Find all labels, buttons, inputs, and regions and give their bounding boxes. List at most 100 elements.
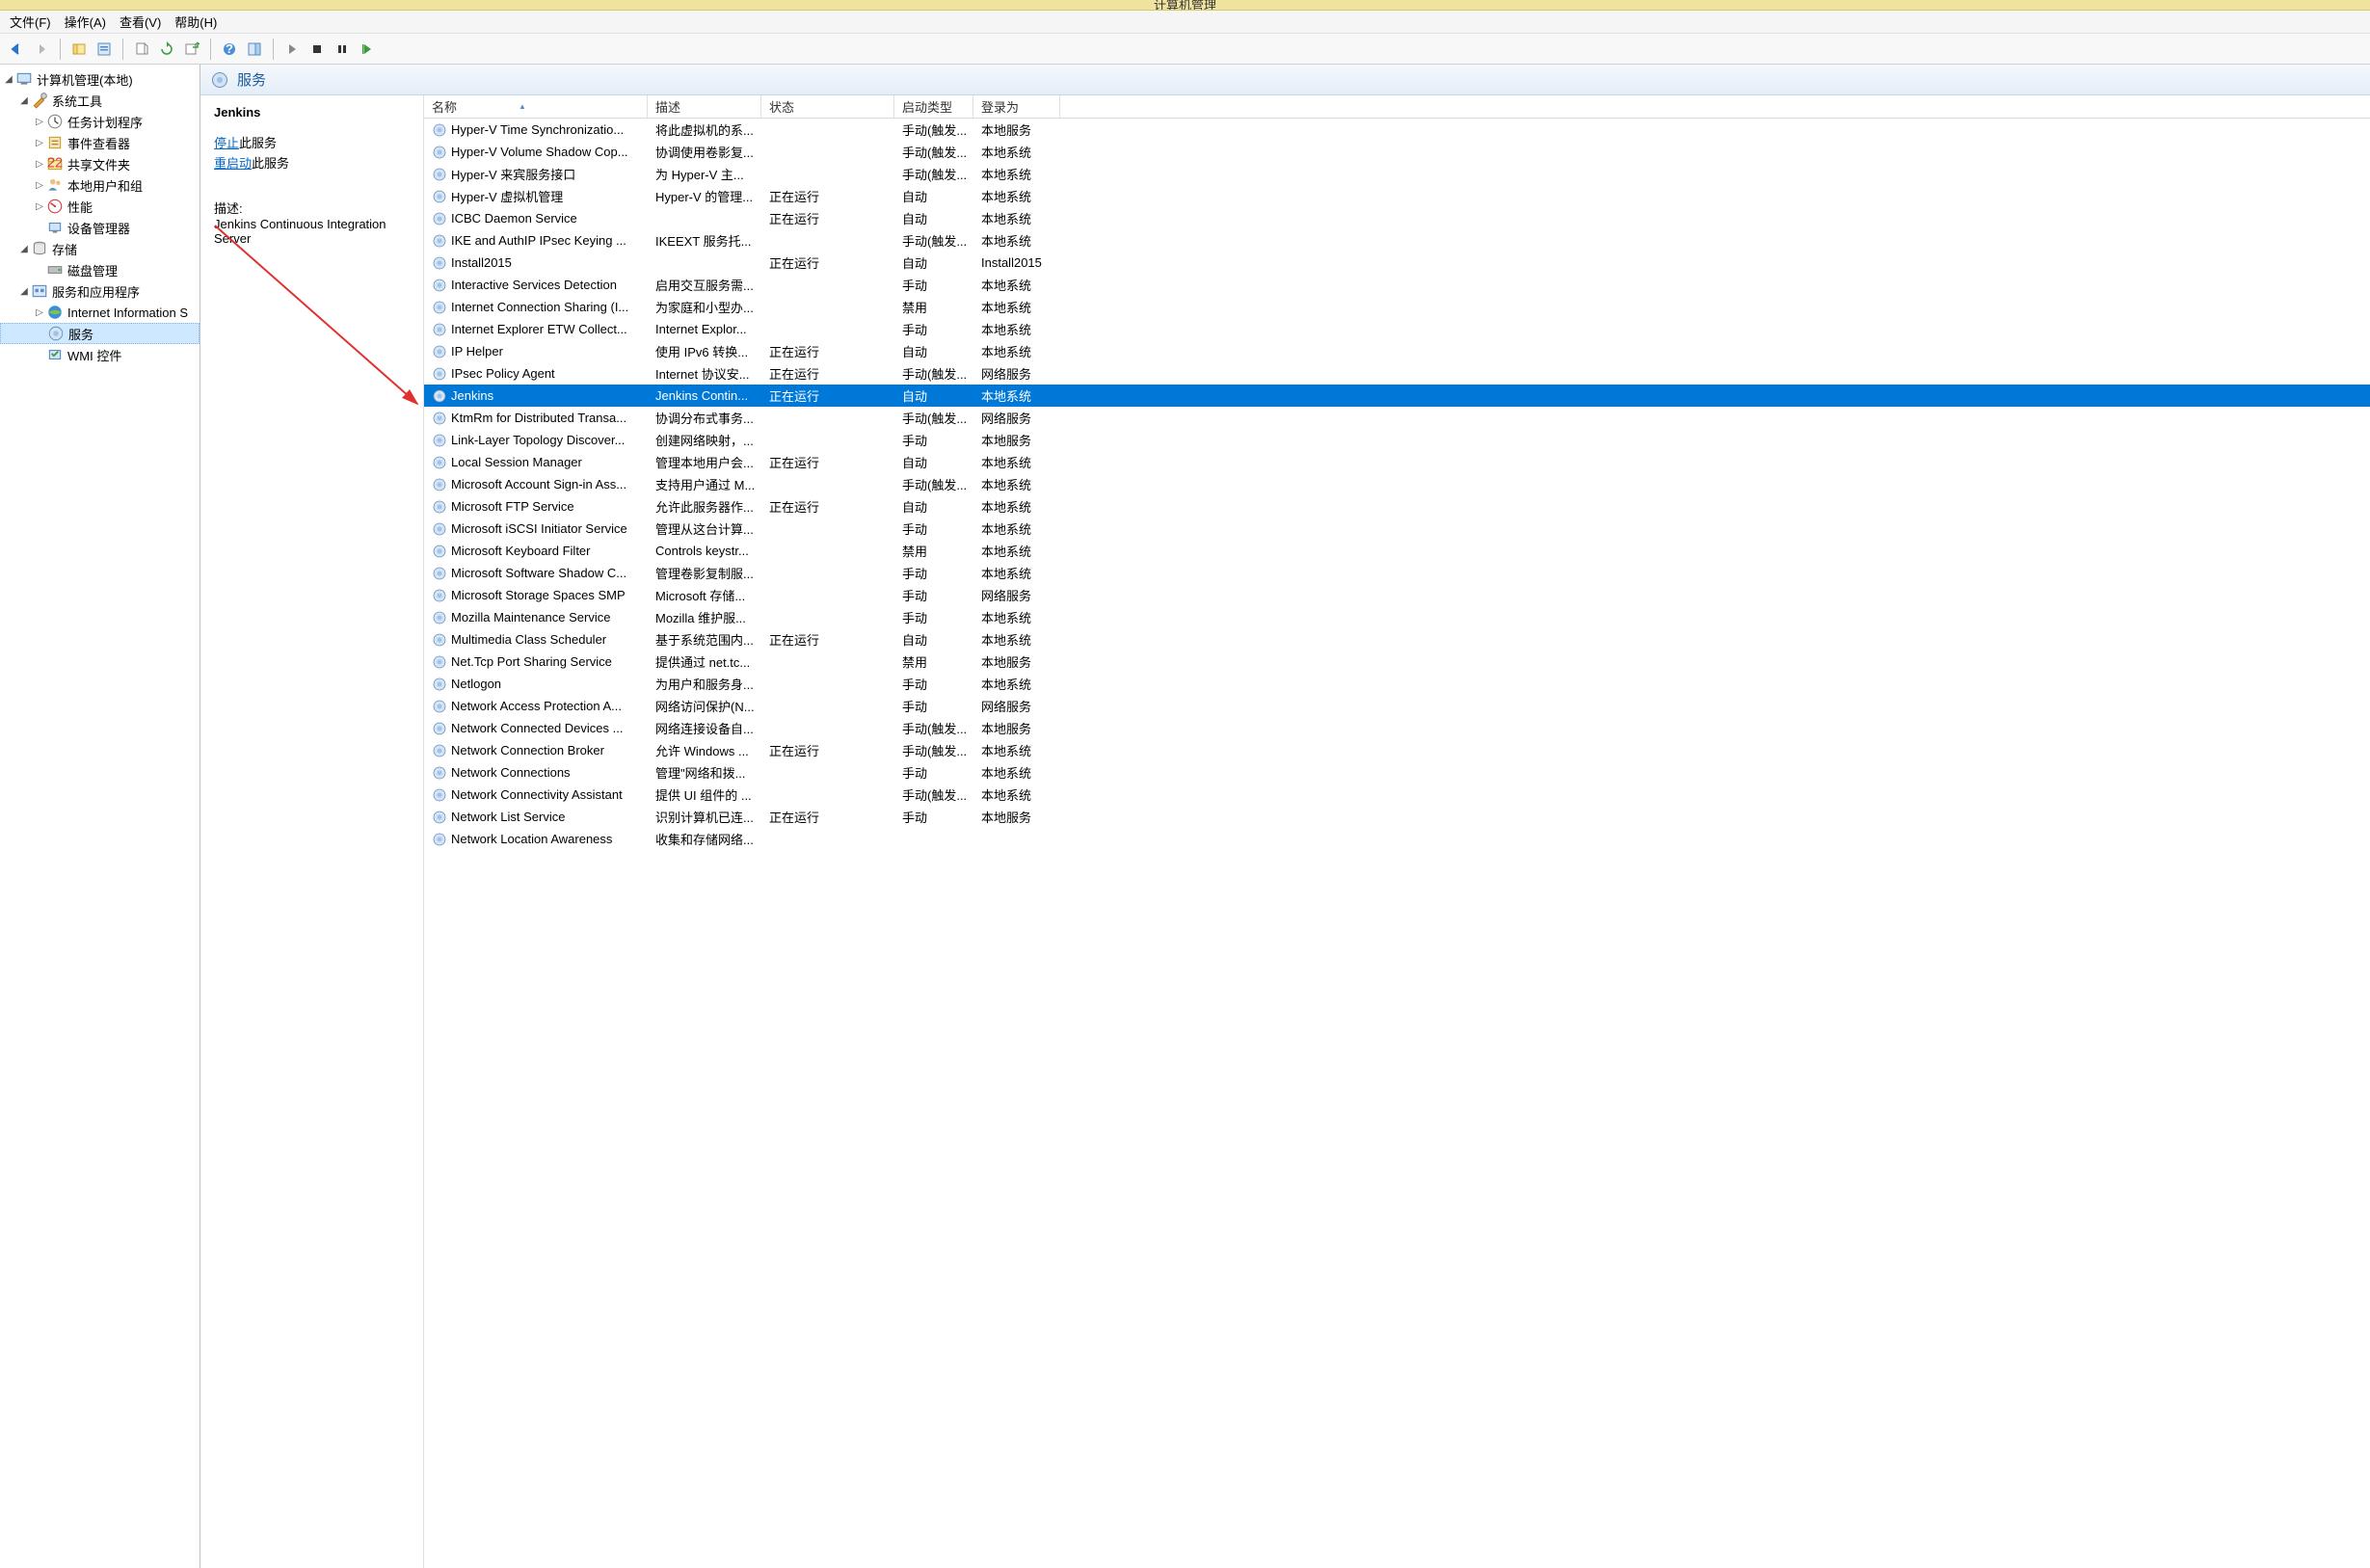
tree-local-users[interactable]: ▷ 本地用户和组 <box>0 174 200 196</box>
service-row[interactable]: Microsoft Keyboard FilterControls keystr… <box>424 540 2370 562</box>
tree-shared-folders[interactable]: ▷ 22 共享文件夹 <box>0 153 200 174</box>
service-row[interactable]: IP Helper使用 IPv6 转换...正在运行自动本地系统 <box>424 340 2370 362</box>
service-row[interactable]: Network Location Awareness收集和存储网络... <box>424 828 2370 850</box>
service-row[interactable]: Hyper-V Volume Shadow Cop...协调使用卷影复...手动… <box>424 141 2370 163</box>
menu-view[interactable]: 查看(V) <box>114 11 167 33</box>
tree-disk-mgmt[interactable]: ▷ 磁盘管理 <box>0 259 200 280</box>
service-row[interactable]: KtmRm for Distributed Transa...协调分布式事务..… <box>424 407 2370 429</box>
stop-service-button[interactable] <box>306 39 328 60</box>
service-row[interactable]: ICBC Daemon Service正在运行自动本地系统 <box>424 207 2370 229</box>
tree-storage[interactable]: ◢ 存储 <box>0 238 200 259</box>
navigation-tree[interactable]: ◢ 计算机管理(本地) ◢ 系统工具 ▷ 任务计划程序 ▷ 事件查看器 ▷ 22… <box>0 65 200 1568</box>
expander-icon[interactable]: ◢ <box>17 286 31 297</box>
gear-icon <box>432 433 447 448</box>
service-row[interactable]: Netlogon为用户和服务身...手动本地系统 <box>424 673 2370 695</box>
service-row[interactable]: Link-Layer Topology Discover...创建网络映射，..… <box>424 429 2370 451</box>
gear-icon <box>432 654 447 670</box>
service-row[interactable]: Microsoft FTP Service允许此服务器作...正在运行自动本地系… <box>424 495 2370 518</box>
expander-icon[interactable]: ▷ <box>33 307 46 318</box>
service-logon: Install2015 <box>973 255 1060 270</box>
properties-button[interactable] <box>93 39 115 60</box>
action-pane-button[interactable] <box>244 39 265 60</box>
service-row[interactable]: Network Connection Broker允许 Windows ...正… <box>424 739 2370 761</box>
service-row[interactable]: IKE and AuthIP IPsec Keying ...IKEEXT 服务… <box>424 229 2370 252</box>
service-row[interactable]: Multimedia Class Scheduler基于系统范围内...正在运行… <box>424 628 2370 651</box>
pause-service-button[interactable] <box>332 39 353 60</box>
iis-icon <box>46 304 64 321</box>
tree-event-viewer[interactable]: ▷ 事件查看器 <box>0 132 200 153</box>
menu-help[interactable]: 帮助(H) <box>169 11 223 33</box>
expander-icon[interactable]: ▷ <box>33 138 46 148</box>
service-row[interactable]: Mozilla Maintenance ServiceMozilla 维护服..… <box>424 606 2370 628</box>
expander-icon[interactable]: ▷ <box>33 180 46 191</box>
service-row[interactable]: Internet Explorer ETW Collect...Internet… <box>424 318 2370 340</box>
gear-icon <box>432 388 447 404</box>
start-service-button[interactable] <box>281 39 303 60</box>
stop-service-link[interactable]: 停止 <box>214 136 239 150</box>
services-apps-icon <box>31 282 48 300</box>
restart-service-link[interactable]: 重启动 <box>214 156 252 171</box>
menu-file[interactable]: 文件(F) <box>4 11 57 33</box>
service-row[interactable]: Internet Connection Sharing (I...为家庭和小型办… <box>424 296 2370 318</box>
service-logon: 本地系统 <box>973 231 1060 250</box>
forward-button[interactable] <box>31 39 52 60</box>
tree-services[interactable]: ▷ 服务 <box>0 323 200 344</box>
col-header-status[interactable]: 状态 <box>761 95 894 118</box>
export-list-button[interactable] <box>181 39 202 60</box>
expander-icon[interactable]: ◢ <box>17 244 31 254</box>
tree-wmi[interactable]: ▷ WMI 控件 <box>0 344 200 365</box>
service-description: 为 Hyper-V 主... <box>648 165 761 183</box>
expander-icon[interactable]: ▷ <box>33 201 46 212</box>
service-startup: 手动(触发... <box>894 475 973 493</box>
gear-icon <box>47 325 65 342</box>
service-row[interactable]: Local Session Manager管理本地用户会...正在运行自动本地系… <box>424 451 2370 473</box>
service-row[interactable]: Network Connectivity Assistant提供 UI 组件的 … <box>424 784 2370 806</box>
service-row[interactable]: Microsoft Software Shadow C...管理卷影复制服...… <box>424 562 2370 584</box>
sort-asc-icon: ▲ <box>519 102 526 111</box>
help-button[interactable]: ? <box>219 39 240 60</box>
menu-action[interactable]: 操作(A) <box>59 11 112 33</box>
tree-system-tools[interactable]: ◢ 系统工具 <box>0 90 200 111</box>
service-row[interactable]: Microsoft Account Sign-in Ass...支持用户通过 M… <box>424 473 2370 495</box>
service-logon: 本地系统 <box>973 785 1060 804</box>
service-row[interactable]: Microsoft Storage Spaces SMPMicrosoft 存储… <box>424 584 2370 606</box>
tree-services-apps[interactable]: ◢ 服务和应用程序 <box>0 280 200 302</box>
service-row[interactable]: Network Connected Devices ...网络连接设备自...手… <box>424 717 2370 739</box>
service-row[interactable]: Net.Tcp Port Sharing Service提供通过 net.tc.… <box>424 651 2370 673</box>
export-button[interactable] <box>131 39 152 60</box>
service-row[interactable]: IPsec Policy AgentInternet 协议安...正在运行手动(… <box>424 362 2370 385</box>
tree-task-scheduler[interactable]: ▷ 任务计划程序 <box>0 111 200 132</box>
service-row[interactable]: Network Access Protection A...网络访问保护(N..… <box>424 695 2370 717</box>
col-header-startup[interactable]: 启动类型 <box>894 95 973 118</box>
back-button[interactable] <box>6 39 27 60</box>
gear-icon <box>432 344 447 359</box>
service-row[interactable]: Hyper-V 来宾服务接口为 Hyper-V 主...手动(触发...本地系统 <box>424 163 2370 185</box>
expander-icon[interactable]: ◢ <box>17 95 31 106</box>
tree-iis[interactable]: ▷ Internet Information S <box>0 302 200 323</box>
service-row[interactable]: Hyper-V 虚拟机管理Hyper-V 的管理...正在运行自动本地系统 <box>424 185 2370 207</box>
service-row[interactable]: Install2015正在运行自动Install2015 <box>424 252 2370 274</box>
expander-icon[interactable]: ▷ <box>33 159 46 170</box>
refresh-button[interactable] <box>156 39 177 60</box>
performance-icon <box>46 198 64 215</box>
col-header-description[interactable]: 描述 <box>648 95 761 118</box>
service-row[interactable]: Interactive Services Detection启用交互服务需...… <box>424 274 2370 296</box>
service-row[interactable]: Microsoft iSCSI Initiator Service管理从这台计算… <box>424 518 2370 540</box>
expander-icon[interactable]: ▷ <box>33 117 46 127</box>
tree-root-computer-mgmt[interactable]: ◢ 计算机管理(本地) <box>0 68 200 90</box>
show-hide-tree-button[interactable] <box>68 39 90 60</box>
tree-device-manager[interactable]: ▷ 设备管理器 <box>0 217 200 238</box>
expander-icon[interactable]: ◢ <box>2 74 15 85</box>
service-row[interactable]: Network Connections管理"网络和拨...手动本地系统 <box>424 761 2370 784</box>
service-row[interactable]: Network List Service识别计算机已连...正在运行手动本地服务 <box>424 806 2370 828</box>
tree-performance[interactable]: ▷ 性能 <box>0 196 200 217</box>
restart-service-button[interactable] <box>357 39 378 60</box>
service-description: 协调使用卷影复... <box>648 143 761 161</box>
service-row[interactable]: Hyper-V Time Synchronizatio...将此虚拟机的系...… <box>424 119 2370 141</box>
col-header-logon[interactable]: 登录为 <box>973 95 1060 118</box>
services-list[interactable]: 名称 ▲ 描述 状态 启动类型 登录为 Hyper-V Time Synchro… <box>424 95 2370 1568</box>
service-row[interactable]: JenkinsJenkins Contin...正在运行自动本地系统 <box>424 385 2370 407</box>
service-startup: 手动 <box>894 608 973 626</box>
service-logon: 本地服务 <box>973 808 1060 826</box>
col-header-name[interactable]: 名称 ▲ <box>424 95 648 118</box>
